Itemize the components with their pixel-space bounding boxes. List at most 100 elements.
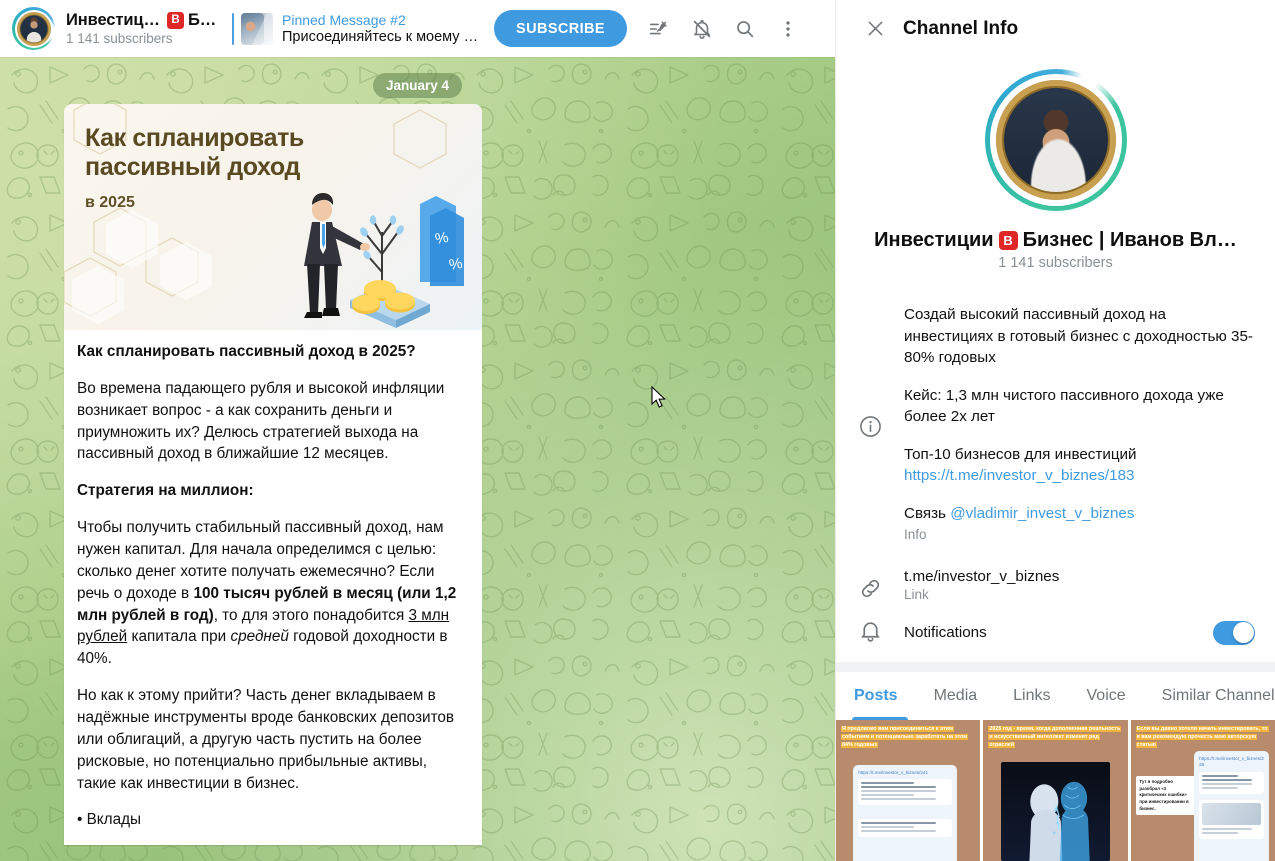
about-paragraph-4: Связь @vladimir_invest_v_biznes: [904, 503, 1255, 525]
channel-subscribers: 1 141 subscribers: [998, 255, 1113, 271]
post-preview-body: [858, 779, 953, 806]
message-paragraph: Но как к этому прийти? Часть денег вклад…: [77, 687, 455, 792]
post-thumbnail-caption: Если вы давно хотели начать инвестироват…: [1135, 725, 1270, 749]
bell-icon: [858, 618, 904, 648]
post-preview-photo: [1199, 799, 1265, 839]
about-top10-text: Топ-10 бизнесов для инвестиций: [904, 445, 1137, 463]
post-preview-link: https://t.me/investor_v_biznes/241: [858, 769, 929, 775]
post-thumbnail[interactable]: Если вы давно хотели начать инвестироват…: [1130, 719, 1275, 861]
about-paragraph-2: Кейс: 1,3 млн чистого пассивного дохода …: [904, 386, 1224, 426]
channel-title-text: Инвестиции: [66, 11, 163, 29]
post-caption-text: Я предлагаю вам присоединиться к этим со…: [841, 725, 969, 748]
channel-avatar[interactable]: [12, 7, 55, 50]
post-caption-text: 2025 год - время, когда дополненная реал…: [988, 725, 1122, 748]
post-preview-body: [1199, 771, 1265, 794]
message-paragraph: Стратегия на миллион:: [77, 482, 254, 500]
pinned-message-bar[interactable]: Pinned Message #2 Присоединяйтесь к моем…: [232, 12, 482, 45]
message-bubble[interactable]: % % Как спланировать пассивный доход в 2…: [64, 104, 482, 846]
notifications-toggle[interactable]: [1213, 620, 1255, 645]
channel-title: Инвестиции B Б…: [66, 11, 216, 30]
about-text[interactable]: Создай высокий пассивный доход на инвест…: [904, 304, 1255, 525]
post-preview-link: https://t.me/investor_v_biznes/236: [1199, 755, 1264, 768]
about-row: Создай высокий пассивный доход на инвест…: [836, 304, 1275, 550]
avatar-image-large: [995, 80, 1116, 200]
media-tabs: Posts Media Links Voice Similar Channel: [836, 672, 1275, 720]
mute-bell-icon[interactable]: [682, 9, 722, 49]
message-text: Как спланировать пассивный доход в 2025?…: [64, 330, 482, 845]
pinned-message-thumbnail: [241, 12, 273, 45]
section-separator: [836, 661, 1275, 672]
date-divider: January 4: [0, 73, 835, 98]
post-image-title: Как спланировать пассивный доход: [85, 124, 385, 182]
tab-similar-channels-label: Similar Channel: [1161, 686, 1275, 704]
message-paragraph: Чтобы получить стабильный пассивный дохо…: [77, 519, 457, 668]
telegram-window: Инвестиции B Б… 1 141 subscribers Pinned…: [0, 0, 1275, 861]
subscribe-button[interactable]: SUBSCRIBE: [494, 10, 627, 47]
post-caption-text: Если вы давно хотели начать инвестироват…: [1135, 725, 1269, 748]
tab-posts-label: Posts: [854, 686, 898, 704]
message-image[interactable]: % % Как спланировать пассивный доход в 2…: [64, 104, 482, 330]
about-paragraph-1: Создай высокий пассивный доход на инвест…: [904, 306, 1253, 367]
chat-header: Инвестиции B Б… 1 141 subscribers Pinned…: [0, 0, 835, 57]
channel-name: Инвестиции B Бизнес | Иванов Вл…: [850, 229, 1261, 252]
channel-info-header: Channel Info: [836, 0, 1275, 57]
post-thumbnail[interactable]: Я предлагаю вам присоединиться к этим со…: [836, 719, 981, 861]
close-icon[interactable]: [858, 12, 892, 46]
pinned-message-title: Pinned Message #2: [282, 12, 406, 28]
about-contact-text: Связь: [904, 505, 951, 523]
search-icon[interactable]: [725, 9, 765, 49]
channel-info-title: Channel Info: [903, 17, 1019, 39]
channel-name-head: Инвестиции: [874, 229, 994, 251]
post-thumbnail[interactable]: 2025 год - время, когда дополненная реал…: [983, 719, 1128, 861]
tab-voice-label: Voice: [1086, 686, 1126, 704]
post-screenshot-preview: https://t.me/investor_v_biznes/236: [1194, 750, 1270, 861]
chat-pane: Инвестиции B Б… 1 141 subscribers Pinned…: [0, 0, 835, 861]
channel-avatar-large[interactable]: [984, 69, 1127, 211]
notifications-row[interactable]: Notifications: [836, 610, 1275, 648]
mouse-cursor: [651, 386, 666, 408]
about-contact-link[interactable]: @vladimir_invest_v_biznes: [950, 505, 1134, 522]
posts-grid: Я предлагаю вам присоединиться к этим со…: [836, 719, 1275, 861]
more-options-icon[interactable]: [768, 9, 808, 49]
post-screenshot-preview: https://t.me/investor_v_biznes/241: [853, 764, 958, 861]
post-image-title-line1: Как спланировать: [85, 124, 304, 152]
about-top10-link[interactable]: https://t.me/investor_v_biznes/183: [904, 467, 1134, 484]
pinned-messages-icon[interactable]: [639, 9, 679, 49]
post-thumbnail-note: Тут я подробно разобрал «3 критических о…: [1136, 776, 1198, 816]
post-thumbnail-caption: 2025 год - время, когда дополненная реал…: [988, 725, 1122, 749]
avatar-image: [16, 11, 51, 46]
tab-media-label: Media: [933, 686, 978, 704]
about-label: Info: [904, 526, 927, 542]
pinned-indicator-bar: [232, 12, 234, 45]
tab-links-label: Links: [1013, 686, 1051, 704]
post-thumbnail-caption: Я предлагаю вам присоединиться к этим со…: [841, 725, 975, 749]
info-icon: [858, 414, 904, 439]
channel-info-panel: Channel Info Инвестиции B Бизнес | Ивано…: [835, 0, 1275, 861]
tab-voice[interactable]: Voice: [1069, 672, 1144, 720]
tab-posts[interactable]: Posts: [836, 672, 916, 720]
date-divider-label: January 4: [372, 73, 463, 98]
message-paragraph: • Вклады: [77, 811, 142, 829]
channel-name-tail: Бизнес | Иванов Вл…: [1022, 229, 1237, 251]
channel-title-tail: Б…: [187, 11, 216, 29]
about-paragraph-3: Топ-10 бизнесов для инвестиций https://t…: [904, 444, 1255, 487]
ai-photo-preview: [1000, 762, 1111, 861]
post-preview-body-2: [858, 819, 953, 838]
link-icon: [858, 576, 904, 601]
message-list[interactable]: January 4 % % Как спланировать пассивный…: [0, 57, 835, 861]
link-row[interactable]: t.me/investor_v_biznes Link: [836, 568, 1275, 610]
link-label: Link: [904, 586, 929, 602]
pinned-message-preview: Присоединяйтесь к моему к…: [282, 29, 482, 45]
header-actions: [639, 9, 808, 49]
notifications-label: Notifications: [904, 624, 987, 642]
verified-badge-icon-large: B: [998, 231, 1018, 250]
channel-meta[interactable]: Инвестиции B Б… 1 141 subscribers: [66, 11, 216, 46]
post-image-title-line2: пассивный доход: [85, 153, 300, 181]
tab-media[interactable]: Media: [916, 672, 996, 720]
verified-badge-icon: B: [166, 12, 184, 29]
message-paragraph: Как спланировать пассивный доход в 2025?: [77, 343, 416, 360]
tab-links[interactable]: Links: [995, 672, 1068, 720]
subscriber-count: 1 141 subscribers: [66, 31, 173, 46]
tab-similar-channels[interactable]: Similar Channel: [1144, 672, 1275, 720]
channel-info-rows: Создай высокий пассивный доход на инвест…: [836, 304, 1275, 648]
